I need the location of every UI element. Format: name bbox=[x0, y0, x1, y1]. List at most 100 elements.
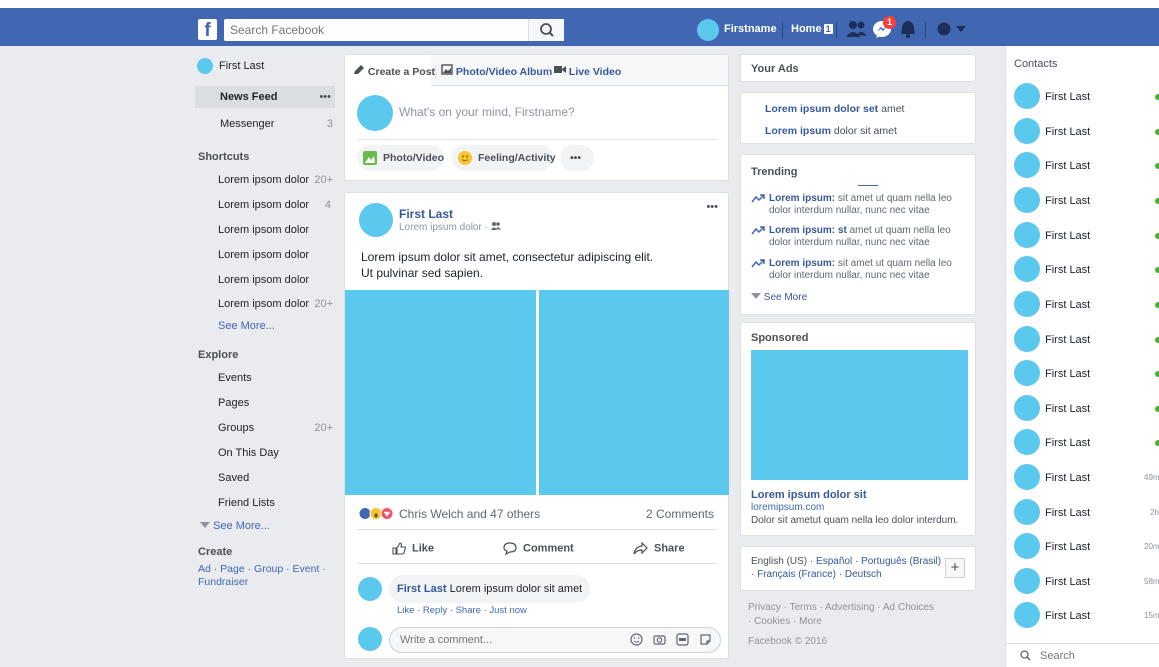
post-divider bbox=[357, 529, 717, 530]
post-author-avatar[interactable] bbox=[359, 203, 393, 237]
comment-author[interactable]: First Last bbox=[397, 583, 447, 595]
post-divider bbox=[357, 563, 717, 564]
facebook-logo-icon[interactable]: f bbox=[198, 19, 217, 40]
photo-video-button[interactable]: Photo/Video bbox=[357, 145, 444, 171]
shortcut-item[interactable]: Lorem ipsom dolor bbox=[218, 224, 309, 236]
contact-item[interactable]: First Last 2h bbox=[1006, 498, 1159, 528]
friends-icon[interactable] bbox=[846, 20, 868, 38]
action-label: Share bbox=[654, 542, 685, 555]
sidebar-item-messenger[interactable]: Messenger bbox=[220, 118, 274, 130]
post-author-name[interactable]: First Last bbox=[399, 207, 453, 221]
language-link[interactable]: · Français (France) · Deutsch bbox=[751, 569, 882, 580]
explore-item-on-this-day[interactable]: On This Day bbox=[218, 447, 279, 459]
reactions-summary[interactable]: Chris Welch and 47 others bbox=[399, 507, 540, 521]
language-link[interactable]: Español · Português (Brasil) bbox=[816, 556, 941, 567]
shortcut-item[interactable]: Lorem ipsom dolor bbox=[218, 199, 309, 211]
contact-item[interactable]: First Last bbox=[1006, 359, 1159, 389]
post-more-icon[interactable]: ••• bbox=[706, 201, 718, 213]
trending-item[interactable]: Lorem ipsum: sit amet ut quam nella leo … bbox=[751, 258, 966, 282]
composer-input[interactable]: What's on your mind, Firstname? bbox=[399, 105, 575, 119]
contact-item[interactable]: First Last bbox=[1006, 394, 1159, 424]
gif-icon[interactable] bbox=[676, 633, 689, 649]
trending-item[interactable]: Lorem ipsum: st amet ut quam nella leo d… bbox=[751, 225, 966, 249]
sponsored-image[interactable] bbox=[751, 350, 968, 480]
contact-item[interactable]: First Last bbox=[1006, 186, 1159, 216]
comment-input[interactable] bbox=[390, 628, 620, 652]
share-icon bbox=[633, 542, 648, 555]
contact-item[interactable]: First Last bbox=[1006, 290, 1159, 320]
footer-links[interactable]: Privacy · Terms · Advertising · Ad Choic… bbox=[748, 602, 934, 614]
contact-item[interactable]: First Last bbox=[1006, 255, 1159, 285]
online-indicator bbox=[1155, 337, 1159, 343]
nav-home-link[interactable]: Home 1 bbox=[791, 23, 833, 35]
feeling-activity-button[interactable]: Feeling/Activity bbox=[452, 145, 556, 171]
reaction-icons[interactable] bbox=[358, 507, 397, 523]
shortcut-item[interactable]: Lorem ipsom dolor bbox=[218, 274, 309, 286]
comment-avatar[interactable] bbox=[358, 577, 382, 601]
comments-count-link[interactable]: 2 Comments bbox=[646, 507, 714, 521]
search-button[interactable] bbox=[528, 19, 564, 41]
contact-item[interactable]: First Last 20m bbox=[1006, 532, 1159, 562]
explore-item-groups[interactable]: Groups bbox=[218, 422, 254, 434]
ad-link[interactable]: Lorem ipsum dolor set amet bbox=[765, 103, 904, 115]
contact-item[interactable]: First Last 15m bbox=[1006, 601, 1159, 631]
shortcut-item[interactable]: Lorem ipsom dolor bbox=[218, 174, 309, 186]
composer-more-button[interactable]: ••• bbox=[560, 145, 594, 171]
nav-divider bbox=[782, 22, 783, 38]
explore-item-saved[interactable]: Saved bbox=[218, 472, 249, 484]
tab-photo-album[interactable]: Photo/Video Album bbox=[441, 64, 552, 78]
tab-create-post[interactable]: Create a Post bbox=[353, 64, 435, 78]
contact-item[interactable]: First Last bbox=[1006, 151, 1159, 181]
explore-item-pages[interactable]: Pages bbox=[218, 397, 249, 409]
friends-audience-icon[interactable] bbox=[490, 222, 501, 230]
search-input[interactable] bbox=[224, 19, 524, 41]
chevron-down-icon[interactable] bbox=[955, 20, 967, 38]
shortcut-item[interactable]: Lorem ipsom dolor bbox=[218, 249, 309, 261]
shortcuts-see-more-link[interactable]: See More... bbox=[218, 320, 275, 332]
share-button[interactable]: Share bbox=[633, 542, 685, 555]
nav-profile-link[interactable]: Firstname bbox=[724, 23, 777, 35]
sidebar-item-news-feed[interactable]: News Feed ••• bbox=[195, 86, 335, 108]
add-language-button[interactable]: + bbox=[945, 558, 965, 578]
create-fundraiser-link[interactable]: Fundraiser bbox=[198, 576, 248, 588]
sponsored-headline[interactable]: Lorem ipsum dolor sit bbox=[751, 489, 867, 501]
tab-live-video[interactable]: Live Video bbox=[554, 64, 621, 78]
footer-links[interactable]: · Cookies · More bbox=[748, 616, 822, 628]
create-links[interactable]: Ad · Page · Group · Event · bbox=[198, 563, 326, 575]
like-button[interactable]: Like bbox=[392, 542, 434, 555]
shortcuts-heading: Shortcuts bbox=[198, 151, 250, 163]
ad-link[interactable]: Lorem ipsum dolor sit amet bbox=[765, 125, 897, 137]
sponsored-url[interactable]: loremipsum.com bbox=[751, 502, 824, 513]
your-ads-title[interactable]: Your Ads bbox=[751, 63, 799, 75]
contacts-search-input[interactable] bbox=[1040, 647, 1150, 665]
action-label: Comment bbox=[523, 542, 574, 555]
contact-item[interactable]: First Last bbox=[1006, 117, 1159, 147]
photo-video-icon bbox=[363, 151, 377, 165]
comment-button[interactable]: Comment bbox=[503, 542, 574, 555]
shortcut-item[interactable]: Lorem ipsom dolor bbox=[218, 298, 309, 310]
contact-item[interactable]: First Last 49m bbox=[1006, 463, 1159, 493]
post-image-right[interactable] bbox=[539, 290, 729, 495]
contact-item[interactable]: First Last bbox=[1006, 221, 1159, 251]
post-image-left[interactable] bbox=[345, 290, 536, 495]
emoji-icon[interactable] bbox=[630, 633, 643, 649]
see-more-label: See More... bbox=[213, 520, 270, 532]
contact-item[interactable]: First Last bbox=[1006, 428, 1159, 458]
nav-avatar[interactable] bbox=[697, 19, 719, 41]
contacts-title: Contacts bbox=[1014, 58, 1058, 70]
help-icon[interactable] bbox=[937, 20, 951, 38]
trending-see-more-link[interactable]: See More bbox=[751, 292, 807, 303]
trending-item[interactable]: Lorem ipsum: sit amet ut quam nella leo … bbox=[751, 193, 966, 217]
notifications-icon[interactable] bbox=[900, 20, 916, 38]
explore-item-events[interactable]: Events bbox=[218, 372, 252, 384]
contact-item[interactable]: First Last bbox=[1006, 325, 1159, 355]
camera-icon[interactable] bbox=[653, 633, 666, 649]
explore-item-friend-lists[interactable]: Friend Lists bbox=[218, 497, 275, 509]
explore-see-more-link[interactable]: See More... bbox=[200, 520, 270, 532]
contact-item[interactable]: First Last bbox=[1006, 82, 1159, 112]
comment-actions[interactable]: Like · Reply · Share · Just now bbox=[397, 605, 527, 616]
more-icon[interactable]: ••• bbox=[319, 91, 331, 103]
sticker-icon[interactable] bbox=[699, 633, 712, 649]
tab-divider bbox=[435, 65, 436, 78]
contact-item[interactable]: First Last 58m bbox=[1006, 567, 1159, 597]
